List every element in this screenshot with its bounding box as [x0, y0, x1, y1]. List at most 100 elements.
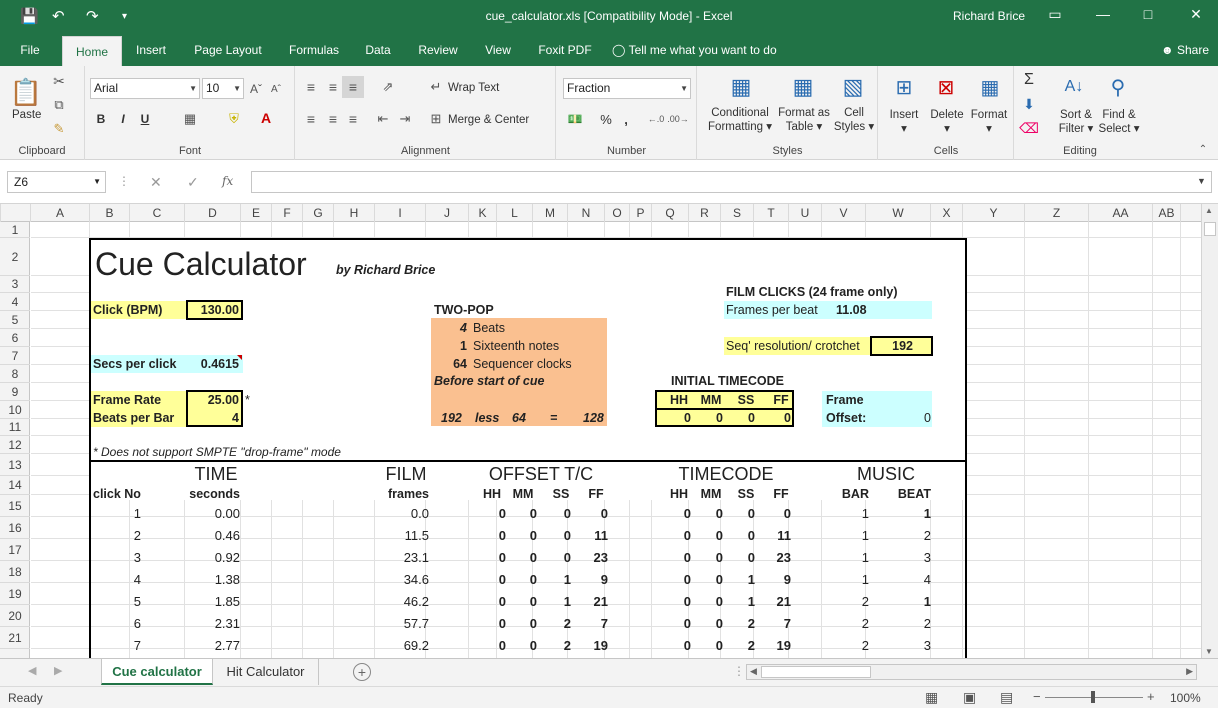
wrap-text-icon[interactable]: ↵ — [428, 78, 444, 96]
offset-tc-cell[interactable]: 19 — [578, 638, 608, 654]
add-sheet-icon[interactable]: + — [353, 663, 371, 681]
column-header-a[interactable]: A — [31, 204, 90, 222]
row-header-13[interactable]: 13 — [0, 454, 30, 476]
font-size-select[interactable]: 10 ▼ — [202, 78, 244, 99]
column-header-i[interactable]: I — [375, 204, 426, 222]
column-header-m[interactable]: M — [533, 204, 568, 222]
tab-page-layout[interactable]: Page Layout — [184, 34, 272, 66]
column-header-s[interactable]: S — [721, 204, 754, 222]
offset-tc-cell[interactable]: 0 — [509, 638, 537, 654]
format-cells-icon[interactable]: ▦ — [975, 72, 1005, 102]
offset-tc-cell[interactable]: 0 — [478, 638, 506, 654]
beat-cell[interactable]: 3 — [889, 638, 931, 654]
click-number-cell[interactable]: 5 — [91, 594, 141, 610]
sheet-tab-hit-calculator[interactable]: Hit Calculator — [213, 659, 319, 685]
tab-file[interactable]: File — [8, 34, 52, 66]
offset-tc-cell[interactable]: 0 — [543, 506, 571, 522]
find-select-icon[interactable]: ⚲ — [1103, 72, 1133, 102]
zoom-out-icon[interactable]: − — [1033, 689, 1041, 704]
currency-icon[interactable]: 💵 — [563, 110, 587, 128]
beat-cell[interactable]: 1 — [889, 506, 931, 522]
frames-cell[interactable]: 57.7 — [375, 616, 429, 632]
row-header-21[interactable]: 21 — [0, 627, 30, 649]
align-center-icon[interactable]: ≡ — [324, 110, 342, 128]
click-number-cell[interactable]: 7 — [91, 638, 141, 654]
offset-tc-cell[interactable]: 0 — [543, 550, 571, 566]
timecode-cell[interactable]: 21 — [761, 594, 791, 610]
prev-sheet-icon[interactable]: ◀ — [28, 664, 36, 677]
timecode-cell[interactable]: 2 — [727, 638, 755, 654]
offset-tc-cell[interactable]: 7 — [578, 616, 608, 632]
itc-ss-value[interactable]: 0 — [727, 410, 755, 426]
increase-decimal-icon[interactable]: ←.0 — [647, 110, 665, 128]
normal-view-icon[interactable]: ▦ — [925, 689, 938, 706]
bold-button[interactable]: B — [94, 110, 108, 128]
ribbon-display-icon[interactable]: ▭ — [1045, 6, 1065, 23]
offset-tc-cell[interactable]: 0 — [509, 594, 537, 610]
frames-cell[interactable]: 34.6 — [375, 572, 429, 588]
increase-font-icon[interactable]: Aˇ — [248, 80, 264, 98]
seconds-cell[interactable]: 0.46 — [186, 528, 240, 544]
timecode-cell[interactable]: 19 — [761, 638, 791, 654]
cell-styles-button[interactable]: Cell Styles ▾ — [832, 106, 876, 134]
itc-mm-value[interactable]: 0 — [697, 410, 723, 426]
horizontal-scrollbar[interactable]: ◀ ▶ — [746, 664, 1197, 680]
bar-cell[interactable]: 1 — [831, 550, 869, 566]
tab-review[interactable]: Review — [410, 34, 466, 66]
tab-home[interactable]: Home — [62, 36, 122, 66]
sort-filter-icon[interactable]: A↓ — [1059, 72, 1089, 102]
timecode-cell[interactable]: 0 — [727, 506, 755, 522]
column-header-w[interactable]: W — [866, 204, 931, 222]
decrease-decimal-icon[interactable]: .00→ — [667, 110, 689, 128]
merge-center-button[interactable]: Merge & Center — [448, 113, 529, 127]
decrease-indent-icon[interactable]: ⇤ — [374, 110, 392, 128]
frames-cell[interactable]: 0.0 — [375, 506, 429, 522]
column-header-p[interactable]: P — [630, 204, 652, 222]
autosum-icon[interactable]: Σ — [1019, 70, 1039, 90]
timecode-cell[interactable]: 9 — [761, 572, 791, 588]
align-top-icon[interactable]: ≡ — [302, 78, 320, 96]
column-header-t[interactable]: T — [754, 204, 789, 222]
column-header-f[interactable]: F — [272, 204, 303, 222]
cancel-icon[interactable]: ✕ — [150, 174, 162, 191]
paste-button[interactable]: Paste — [12, 108, 41, 122]
insert-function-icon[interactable]: fx — [222, 174, 233, 188]
timecode-cell[interactable]: 0 — [665, 638, 691, 654]
user-name[interactable]: Richard Brice — [953, 9, 1025, 23]
conditional-formatting-icon[interactable]: ▦ — [726, 72, 756, 102]
row-header-15[interactable]: 15 — [0, 495, 30, 517]
cut-icon[interactable]: ✂ — [50, 72, 68, 90]
format-as-table-button[interactable]: Format as Table ▾ — [774, 106, 834, 134]
seconds-cell[interactable]: 0.92 — [186, 550, 240, 566]
delete-cells-button[interactable]: Delete ▾ — [925, 108, 969, 136]
offset-tc-cell[interactable]: 0 — [478, 506, 506, 522]
offset-tc-cell[interactable]: 11 — [578, 528, 608, 544]
frames-cell[interactable]: 11.5 — [375, 528, 429, 544]
row-header-17[interactable]: 17 — [0, 539, 30, 561]
zoom-slider-thumb[interactable] — [1091, 691, 1095, 703]
bar-cell[interactable]: 2 — [831, 616, 869, 632]
column-header-b[interactable]: B — [90, 204, 130, 222]
scroll-left-icon[interactable]: ◀ — [750, 666, 757, 677]
sheet-grid[interactable]: Cue Calculator by Richard Brice Click (B… — [31, 222, 1201, 658]
click-number-cell[interactable]: 3 — [91, 550, 141, 566]
zoom-in-icon[interactable]: + — [1147, 689, 1155, 704]
comma-button[interactable]: , — [619, 110, 633, 128]
timecode-cell[interactable]: 0 — [697, 638, 723, 654]
timecode-cell[interactable]: 0 — [697, 616, 723, 632]
offset-tc-cell[interactable]: 0 — [543, 528, 571, 544]
row-header-4[interactable]: 4 — [0, 293, 30, 311]
decrease-font-icon[interactable]: Aˆ — [268, 80, 284, 98]
align-middle-icon[interactable]: ≡ — [324, 78, 342, 96]
column-header-j[interactable]: J — [426, 204, 469, 222]
offset-tc-cell[interactable]: 2 — [543, 616, 571, 632]
seconds-cell[interactable]: 0.00 — [186, 506, 240, 522]
tab-split-handle[interactable]: ⋮ — [733, 664, 745, 678]
timecode-cell[interactable]: 0 — [665, 506, 691, 522]
page-break-view-icon[interactable]: ▤ — [1000, 689, 1013, 706]
column-header-u[interactable]: U — [789, 204, 822, 222]
column-header-aa[interactable]: AA — [1089, 204, 1153, 222]
scroll-thumb[interactable] — [1204, 222, 1216, 236]
beat-cell[interactable]: 2 — [889, 528, 931, 544]
row-header-6[interactable]: 6 — [0, 329, 30, 347]
